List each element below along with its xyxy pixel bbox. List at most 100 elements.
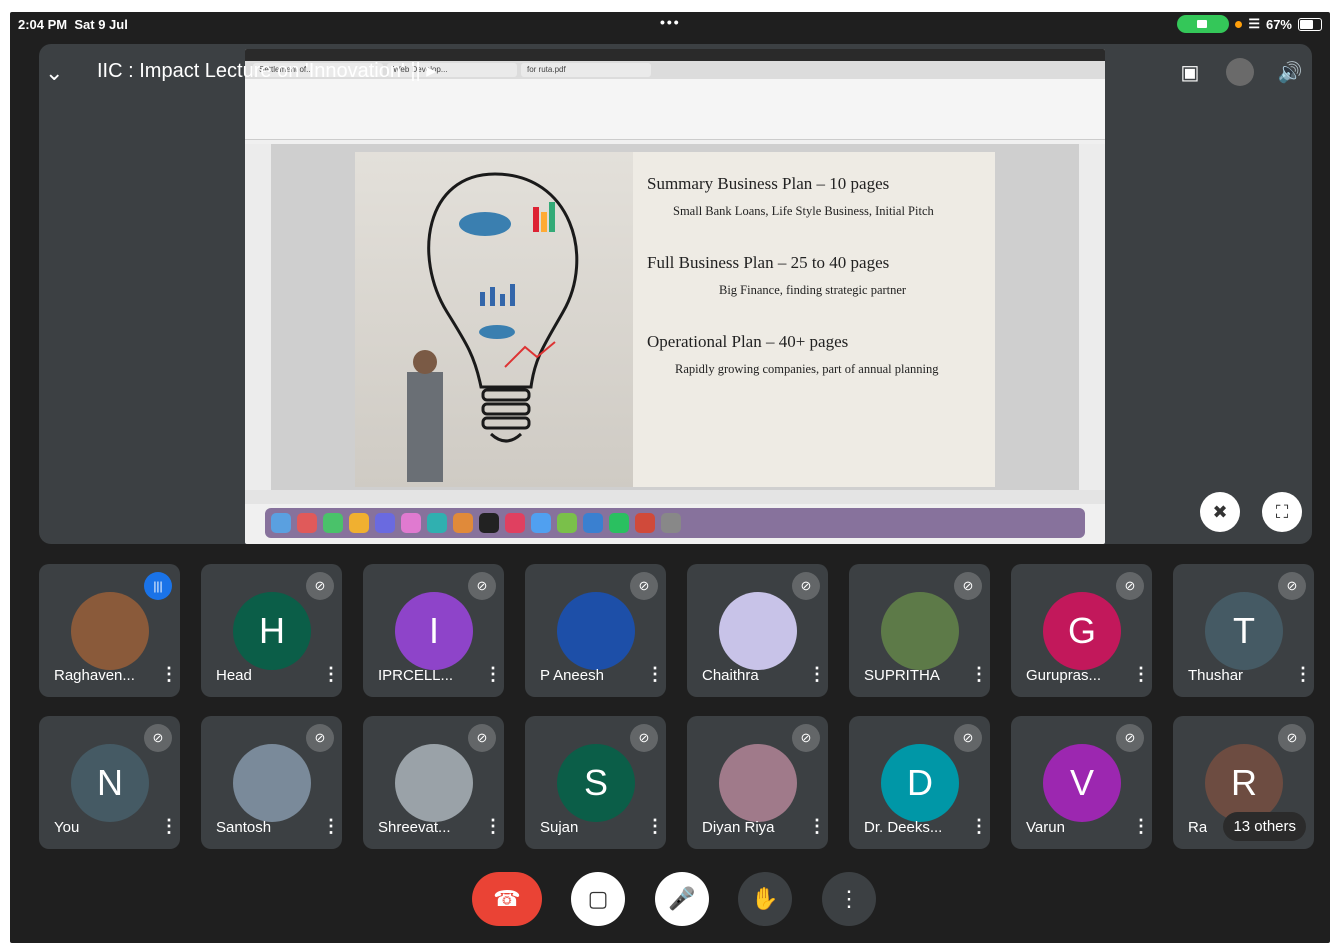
participant-name: P Aneesh: [540, 667, 604, 684]
dock-app-icon: [635, 513, 655, 533]
participant-tile[interactable]: S ⊘ Sujan ⋮: [525, 716, 666, 849]
presentation-view[interactable]: Settlement of... Web Develop... for ruta…: [39, 44, 1312, 544]
participant-tile[interactable]: ⊘ Shreevat... ⋮: [363, 716, 504, 849]
mic-muted-icon: ⊘: [468, 572, 496, 600]
multitask-dots[interactable]: •••: [660, 14, 681, 30]
tile-more-options-icon[interactable]: ⋮: [1294, 664, 1312, 685]
meet-screen: 2:04 PM Sat 9 Jul ••• ☰ 67% Settlement o…: [10, 12, 1330, 943]
tile-more-options-icon[interactable]: ⋮: [484, 816, 502, 837]
participant-name: Santosh: [216, 819, 272, 836]
avatar: D: [881, 744, 959, 822]
participant-tile[interactable]: ⊘ P Aneesh ⋮: [525, 564, 666, 697]
tile-more-options-icon[interactable]: ⋮: [1132, 664, 1150, 685]
tile-more-options-icon[interactable]: ⋮: [160, 816, 178, 837]
mic-muted-icon: ⊘: [630, 724, 658, 752]
raise-hand-button[interactable]: ✋: [738, 872, 792, 926]
participant-name: Chaithra: [702, 667, 759, 684]
meeting-title[interactable]: IIC : Impact Lecture on 'Innovation' || …: [97, 58, 436, 83]
wifi-icon: ☰: [1248, 16, 1260, 31]
tile-more-options-icon[interactable]: ⋮: [808, 816, 826, 837]
dock-app-icon: [349, 513, 369, 533]
tile-more-options-icon[interactable]: ⋮: [484, 664, 502, 685]
right-rail: [1079, 144, 1105, 494]
end-call-button[interactable]: ☎: [472, 872, 542, 926]
speaker-icon[interactable]: 🔊: [1276, 58, 1304, 86]
camera-off-button[interactable]: ▢: [571, 872, 625, 926]
participant-name: You: [54, 819, 80, 836]
dock-app-icon: [453, 513, 473, 533]
avatar: R: [1205, 744, 1283, 822]
plan-title: Summary Business Plan – 10 pages: [647, 174, 890, 193]
participant-tile[interactable]: ||| Raghaven... ⋮: [39, 564, 180, 697]
participant-tile[interactable]: ⊘ SUPRITHA ⋮: [849, 564, 990, 697]
dock-app-icon: [401, 513, 421, 533]
participant-tile[interactable]: T ⊘ Thushar ⋮: [1173, 564, 1314, 697]
participant-name: Head: [216, 667, 252, 684]
slide: Summary Business Plan – 10 pages Small B…: [355, 152, 995, 487]
tile-more-options-icon[interactable]: ⋮: [1132, 816, 1150, 837]
dock-app-icon: [557, 513, 577, 533]
avatar: N: [71, 744, 149, 822]
tile-more-options-icon[interactable]: ⋮: [322, 664, 340, 685]
camera-active-icon: [1177, 15, 1230, 33]
mic-muted-icon: ⊘: [144, 724, 172, 752]
participant-tile[interactable]: G ⊘ Gurupras... ⋮: [1011, 564, 1152, 697]
tile-more-options-icon[interactable]: ⋮: [322, 816, 340, 837]
mac-dock: [265, 508, 1085, 538]
participant-tile[interactable]: ⊘ Santosh ⋮: [201, 716, 342, 849]
plan-title: Full Business Plan – 25 to 40 pages: [647, 253, 890, 272]
participant-name: SUPRITHA: [864, 667, 940, 684]
dock-app-icon: [583, 513, 603, 533]
tile-more-options-icon[interactable]: ⋮: [970, 664, 988, 685]
mic-muted-icon: ⊘: [630, 572, 658, 600]
more-options-button[interactable]: ⋮: [822, 872, 876, 926]
mic-muted-icon: ⊘: [954, 724, 982, 752]
battery-icon: [1298, 17, 1322, 31]
participant-tile[interactable]: ⊘ Diyan Riya ⋮: [687, 716, 828, 849]
tile-more-options-icon[interactable]: ⋮: [646, 664, 664, 685]
switch-camera-icon[interactable]: ▣: [1176, 58, 1204, 86]
dock-app-icon: [427, 513, 447, 533]
fullscreen-icon[interactable]: ⛶: [1262, 492, 1302, 532]
mic-indicator-icon: [1235, 20, 1243, 28]
mic-off-button[interactable]: 🎤: [655, 872, 709, 926]
lightbulb-icon: [407, 172, 579, 482]
tile-more-options-icon[interactable]: ⋮: [808, 664, 826, 685]
dock-app-icon: [271, 513, 291, 533]
mic-muted-icon: ⊘: [1116, 572, 1144, 600]
dock-app-icon: [609, 513, 629, 533]
participant-name: Diyan Riya: [702, 819, 775, 836]
chevron-down-icon[interactable]: ⌄: [45, 60, 63, 86]
participant-name: Thushar: [1188, 667, 1244, 684]
status-time: 2:04 PM Sat 9 Jul: [18, 17, 128, 32]
avatar: [719, 744, 797, 822]
participant-grid: ||| Raghaven... ⋮ H ⊘ Head ⋮ I ⊘ IPRCELL... ⋮ ⊘ P An…: [39, 564, 1315, 850]
dock-app-icon: [531, 513, 551, 533]
battery-percent: 67%: [1265, 16, 1292, 32]
participant-tile[interactable]: D ⊘ Dr. Deeks... ⋮: [849, 716, 990, 849]
avatar-small: [1226, 58, 1254, 86]
participant-tile[interactable]: V ⊘ Varun ⋮: [1011, 716, 1152, 849]
participant-tile[interactable]: I ⊘ IPRCELL... ⋮: [363, 564, 504, 697]
participant-tile[interactable]: R ⊘ Ra 13 others: [1173, 716, 1314, 849]
pdf-status-strip: [245, 490, 1105, 504]
participant-tile[interactable]: ⊘ Chaithra ⋮: [687, 564, 828, 697]
participant-tile[interactable]: H ⊘ Head ⋮: [201, 564, 342, 697]
tile-more-options-icon[interactable]: ⋮: [160, 664, 178, 685]
document-area: Summary Business Plan – 10 pages Small B…: [245, 144, 1105, 494]
tile-more-options-icon[interactable]: ⋮: [646, 816, 664, 837]
dock-app-icon: [661, 513, 681, 533]
participant-tile[interactable]: N ⊘ You ⋮: [39, 716, 180, 849]
avatar: [719, 592, 797, 670]
presentation-controls: ✖ ⛶: [1200, 492, 1302, 532]
participant-name: Gurupras...: [1026, 667, 1102, 684]
dock-app-icon: [479, 513, 499, 533]
status-right-group: ☰ 67%: [1177, 15, 1322, 33]
avatar: I: [395, 592, 473, 670]
others-count[interactable]: 13 others: [1223, 812, 1306, 841]
unpin-icon[interactable]: ✖: [1200, 492, 1240, 532]
app-tab: for ruta.pdf: [521, 63, 651, 77]
tile-more-options-icon[interactable]: ⋮: [970, 816, 988, 837]
mic-muted-icon: ⊘: [792, 724, 820, 752]
top-right-controls: ▣ 🔊: [1176, 58, 1304, 86]
